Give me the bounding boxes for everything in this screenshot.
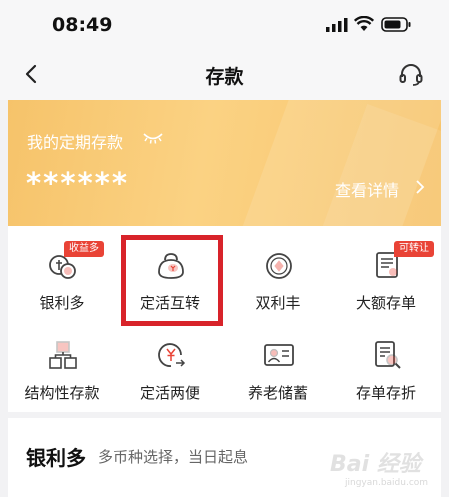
grid-item-dinghuo-liangbian[interactable]: 定活两便 <box>116 316 224 406</box>
product-section: 银利多 多币种选择，当日起息 <box>8 418 441 497</box>
headset-icon[interactable] <box>398 62 424 88</box>
id-card-icon <box>264 344 294 366</box>
masked-balance: ****** <box>26 166 129 200</box>
product-grid: 银利多 收益多 定活互转 双利丰 大额存单 可转让 结构性存款 定活两便 养老储… <box>8 226 441 412</box>
grid-item-shuanglifeng[interactable]: 双利丰 <box>224 226 332 316</box>
wifi-icon <box>354 16 374 31</box>
grid-item-yanglao-chuxu[interactable]: 养老储蓄 <box>224 316 332 406</box>
grid-item-label: 定活两便 <box>139 384 200 402</box>
purse-icon <box>158 253 184 279</box>
view-details-link[interactable]: 查看详情 <box>335 177 399 201</box>
yuan-exchange-icon <box>158 343 186 367</box>
grid-item-label: 定活互转 <box>139 294 200 312</box>
grid-item-label: 结构性存款 <box>24 384 100 402</box>
status-bar: 08:49 <box>0 0 449 50</box>
status-badge: 收益多 <box>64 241 104 257</box>
deposit-banner[interactable]: 我的定期存款 ****** 查看详情 <box>8 100 441 226</box>
section-title: 银利多 <box>26 446 86 470</box>
grid-item-label: 存单存折 <box>355 384 416 402</box>
banner-label: 我的定期存款 <box>27 133 124 152</box>
grid-item-jiegouxing-cunkuan[interactable]: 结构性存款 <box>8 316 116 406</box>
nav-bar: 存款 <box>0 52 449 98</box>
grid-item-label: 双利丰 <box>255 294 301 312</box>
grid-item-label: 银利多 <box>39 294 85 312</box>
grid-item-cundan-cunzhe[interactable]: 存单存折 <box>332 316 440 406</box>
battery-icon <box>381 17 411 32</box>
top-area: 08:49 存款 <box>0 0 449 100</box>
coin-diamond-icon <box>266 253 292 279</box>
passbook-search-icon <box>375 341 401 369</box>
section-subtitle: 多币种选择，当日起息 <box>98 448 249 466</box>
grid-item-dinghuo-huzhuan[interactable]: 定活互转 <box>116 226 224 316</box>
grid-item-yinliduo[interactable]: 银利多 收益多 <box>8 226 116 316</box>
eye-closed-icon[interactable] <box>142 131 164 145</box>
grid-item-dae-cundan[interactable]: 大额存单 可转让 <box>332 226 440 316</box>
signal-icon <box>326 18 348 32</box>
grid-item-label: 养老储蓄 <box>247 384 308 402</box>
chevron-right-icon <box>416 180 425 194</box>
page-title: 存款 <box>205 66 244 88</box>
status-badge: 可转让 <box>394 241 434 257</box>
structure-icon <box>49 341 77 369</box>
grid-item-label: 大额存单 <box>355 294 416 312</box>
status-time: 08:49 <box>52 14 113 36</box>
